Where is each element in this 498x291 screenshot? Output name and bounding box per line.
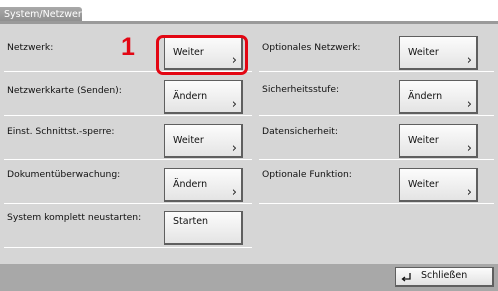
setting-label-security-level: Sicherheitsstufe: — [262, 84, 340, 95]
title-bar: System/Netzwerk — [0, 0, 498, 24]
button-label: Ändern — [173, 179, 208, 190]
chevron-right-icon: › — [231, 141, 237, 156]
chevron-right-icon: › — [466, 141, 472, 156]
button-label: Weiter — [408, 179, 439, 190]
enter-arrow-icon — [401, 273, 411, 282]
chevron-right-icon: › — [466, 53, 472, 68]
setting-row-system-restart: System komplett neustarten: Starten — [4, 204, 252, 248]
close-button[interactable]: Schließen — [395, 267, 494, 287]
setting-label-interface-lock: Einst. Schnittst.-sperre: — [7, 126, 115, 137]
setting-row-optional-network: Optionales Netzwerk: Weiter › — [259, 28, 494, 72]
data-security-next-button[interactable]: Weiter › — [399, 124, 478, 158]
setting-row-document-monitoring: Dokumentüberwachung: Ändern › — [4, 160, 252, 204]
setting-row-optional-function: Optionale Funktion: Weiter › — [259, 160, 494, 204]
chevron-right-icon: › — [231, 97, 237, 112]
chevron-right-icon: › — [231, 185, 237, 200]
chevron-right-icon: › — [466, 185, 472, 200]
button-label: Starten — [173, 216, 209, 227]
setting-row-network-card-send: Netzwerkkarte (Senden): Ändern › — [4, 72, 252, 116]
optional-network-next-button[interactable]: Weiter › — [399, 36, 478, 70]
system-network-screen: System/Netzwerk Netzwerk: Weiter › Netzw… — [0, 0, 498, 291]
document-monitoring-change-button[interactable]: Ändern › — [164, 168, 243, 202]
optional-function-next-button[interactable]: Weiter › — [399, 168, 478, 202]
setting-row-security-level: Sicherheitsstufe: Ändern › — [259, 72, 494, 116]
setting-label-network: Netzwerk: — [7, 42, 54, 53]
setting-label-data-security: Datensicherheit: — [262, 126, 338, 137]
setting-row-data-security: Datensicherheit: Weiter › — [259, 116, 494, 160]
step-marker: 1 — [121, 33, 135, 61]
setting-row-interface-lock: Einst. Schnittst.-sperre: Weiter › — [4, 116, 252, 160]
security-level-change-button[interactable]: Ändern › — [399, 80, 478, 114]
close-button-label: Schließen — [421, 270, 468, 281]
window-title: System/Netzwerk — [4, 9, 88, 20]
button-label: Weiter — [408, 135, 439, 146]
button-label: Weiter — [408, 47, 439, 58]
network-card-send-change-button[interactable]: Ändern › — [164, 80, 243, 114]
settings-panel: Netzwerk: Weiter › Netzwerkkarte (Senden… — [0, 24, 498, 264]
button-label: Ändern — [408, 91, 443, 102]
setting-label-optional-function: Optionale Funktion: — [262, 169, 352, 180]
interface-lock-next-button[interactable]: Weiter › — [164, 124, 243, 158]
chevron-right-icon: › — [466, 97, 472, 112]
setting-label-document-monitoring: Dokumentüberwachung: — [7, 169, 121, 180]
setting-label-network-card-send: Netzwerkkarte (Senden): — [7, 85, 122, 96]
setting-label-system-restart: System komplett neustarten: — [7, 212, 142, 223]
button-label: Ändern — [173, 91, 208, 102]
step-highlight-frame — [156, 35, 248, 75]
setting-label-optional-network: Optionales Netzwerk: — [262, 42, 361, 53]
system-restart-start-button[interactable]: Starten — [164, 211, 243, 245]
button-label: Weiter — [173, 135, 204, 146]
